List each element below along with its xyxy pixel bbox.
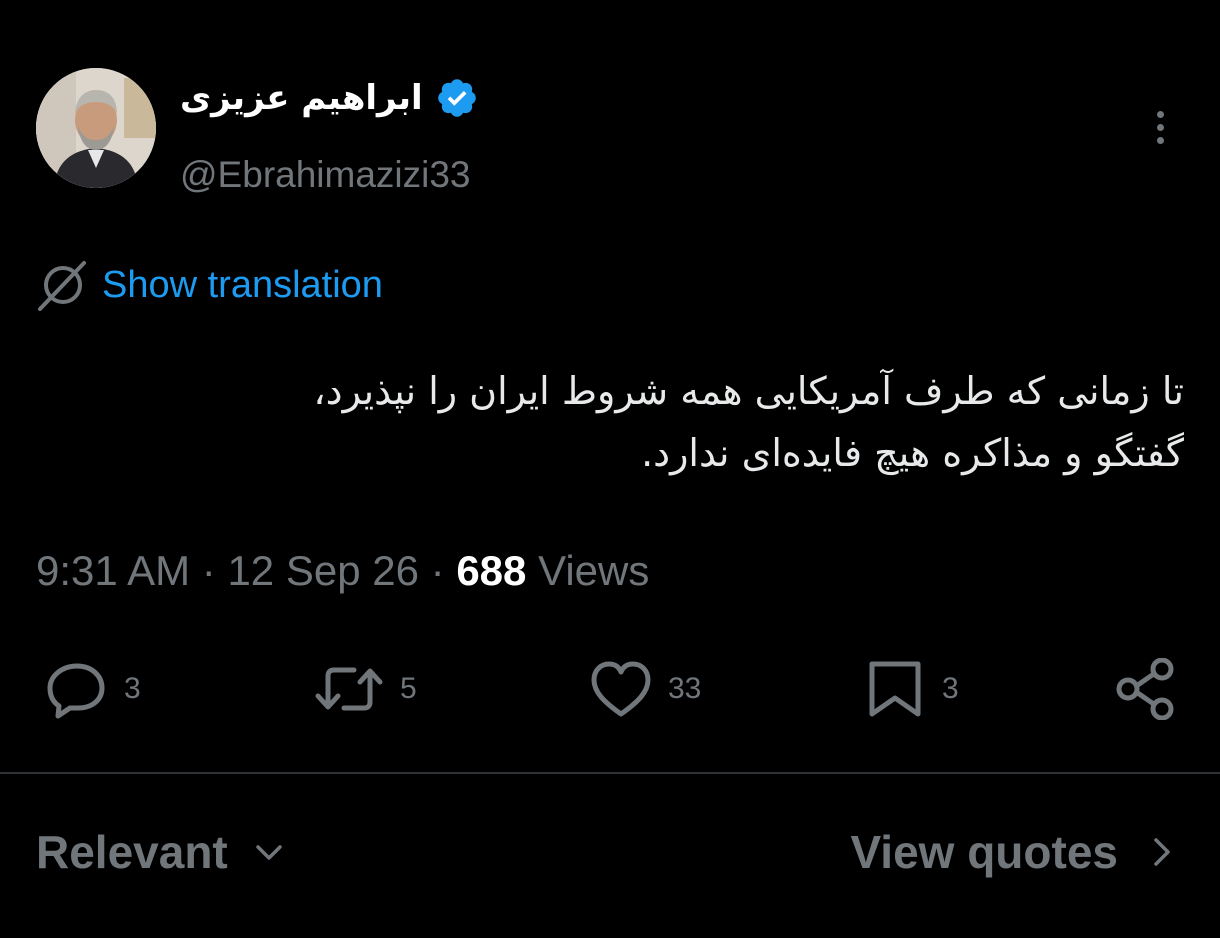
view-quotes-link[interactable]: View quotes	[850, 822, 1176, 882]
more-options-button[interactable]	[1140, 104, 1180, 150]
section-divider	[0, 772, 1220, 774]
reply-sort-label: Relevant	[36, 826, 228, 878]
globe-slash-icon	[38, 261, 86, 311]
meta-separator: ·	[430, 547, 445, 594]
more-dot-icon	[1156, 136, 1164, 144]
author-handle[interactable]: @Ebrahimazizi33	[180, 152, 471, 198]
bookmark-count: 3	[942, 672, 959, 705]
like-count: 33	[668, 672, 702, 705]
retweet-count: 5	[400, 672, 417, 705]
verified-badge-icon	[437, 79, 476, 117]
author-name-row[interactable]: ابراهیم عزیزی	[180, 70, 479, 126]
translate-row[interactable]: Show translation	[36, 258, 383, 312]
views-label: Views	[538, 547, 650, 594]
chevron-right-icon	[1154, 838, 1170, 866]
tweet-text: تا زمانی که طرف آمریکایی همه شروط ایران …	[313, 369, 1184, 475]
meta-separator: ·	[201, 547, 216, 594]
tweet-meta: 9:31 AM · 12 Sep 26 · 688 Views	[36, 544, 649, 598]
heart-icon	[591, 661, 651, 717]
retweet-button[interactable]: 5	[312, 658, 417, 720]
avatar-photo	[36, 68, 156, 188]
retweet-icon	[315, 667, 383, 711]
reply-sort-dropdown[interactable]: Relevant	[36, 822, 286, 882]
tweet-date[interactable]: 12 Sep 26	[227, 547, 419, 594]
chevron-down-icon	[256, 845, 282, 860]
more-dot-icon	[1156, 110, 1164, 118]
share-icon	[1116, 658, 1174, 720]
share-button[interactable]	[1112, 658, 1178, 720]
view-quotes-label: View quotes	[850, 826, 1118, 878]
show-translation-link[interactable]: Show translation	[102, 258, 383, 312]
author-avatar[interactable]	[36, 68, 156, 188]
reply-count: 3	[124, 672, 141, 705]
more-dot-icon	[1156, 123, 1164, 131]
bookmark-icon	[869, 661, 921, 717]
reply-button[interactable]: 3	[44, 658, 141, 720]
author-display-name[interactable]: ابراهیم عزیزی	[180, 70, 423, 126]
tweet-time[interactable]: 9:31 AM	[36, 547, 190, 594]
reply-icon	[47, 663, 105, 719]
bookmark-button[interactable]: 3	[862, 658, 959, 720]
like-button[interactable]: 33	[588, 658, 701, 720]
views-count: 688	[456, 547, 527, 594]
